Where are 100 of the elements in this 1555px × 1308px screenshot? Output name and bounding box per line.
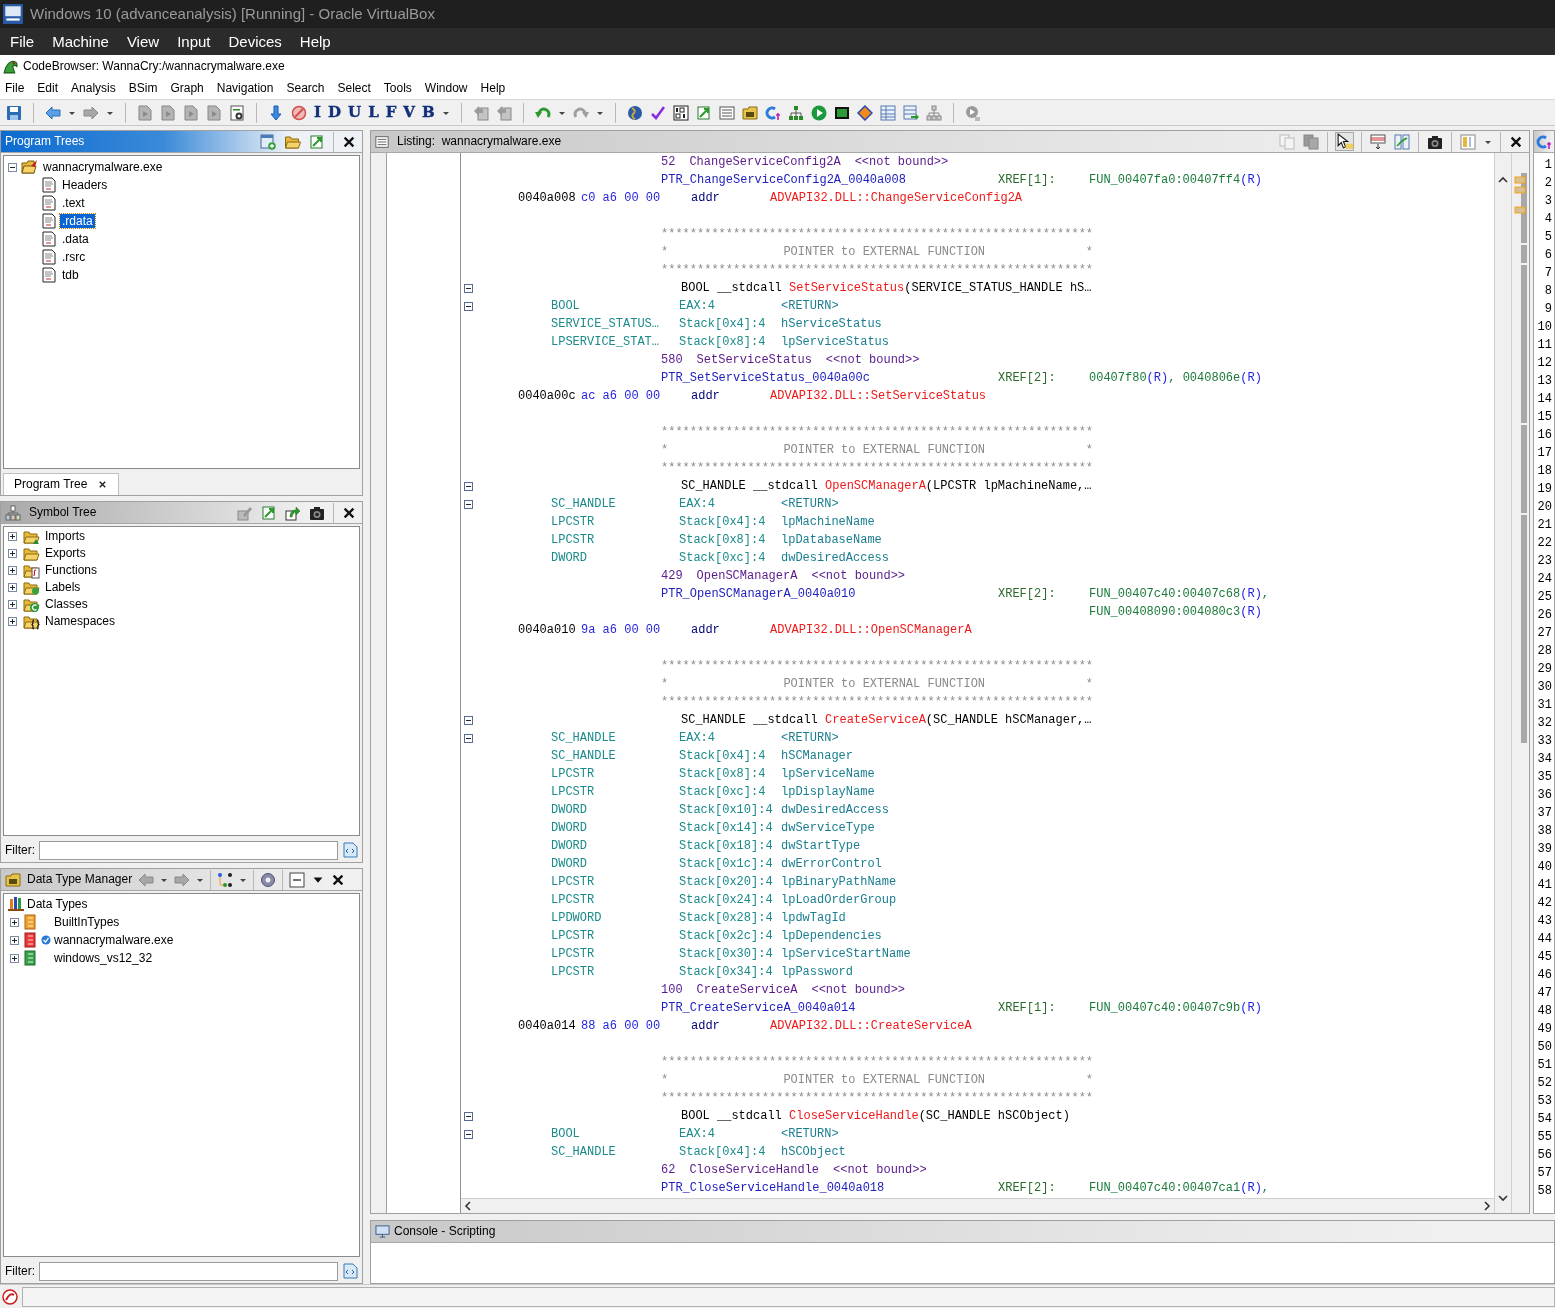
function-icon[interactable] xyxy=(1536,133,1552,150)
tree-item[interactable]: Exports xyxy=(45,546,86,561)
tree-item[interactable]: .text xyxy=(60,195,87,211)
document-arrow-icon[interactable] xyxy=(695,104,712,121)
tree-item[interactable]: Imports xyxy=(45,529,85,544)
play-icon[interactable] xyxy=(810,104,827,121)
label-link[interactable]: PTR_ChangeServiceConfig2A_0040a008 xyxy=(661,171,998,189)
table-icon[interactable] xyxy=(879,104,896,121)
filter-options-icon[interactable] xyxy=(342,842,358,858)
tree-item[interactable]: Data Types xyxy=(27,896,88,912)
tree-item[interactable]: wannacrymalware.exe xyxy=(41,159,165,175)
window-add-icon[interactable] xyxy=(260,133,276,150)
close-icon[interactable] xyxy=(342,505,356,520)
document-arrow-icon[interactable] xyxy=(309,133,325,150)
filter-options-icon[interactable] xyxy=(342,1263,358,1279)
expand-icon[interactable] xyxy=(8,583,17,592)
insert-rows-icon[interactable] xyxy=(1370,133,1386,150)
hierarchy-icon[interactable] xyxy=(787,104,804,121)
xref-link[interactable]: FUN_00407c40:00407c9b(R) xyxy=(1089,999,1262,1017)
status-icon[interactable] xyxy=(2,1288,18,1305)
xref-link[interactable]: FUN_00407c40:00407ca1(R), xyxy=(1089,1179,1270,1197)
operand-link[interactable]: ADVAPI32.DLL::ChangeServiceConfig2A xyxy=(770,189,1023,207)
list-icon[interactable] xyxy=(718,104,735,121)
back-arrow-icon[interactable] xyxy=(45,104,61,121)
xref-link[interactable]: FUN_00408090:004080c3(R) xyxy=(1089,603,1262,621)
expand-icon[interactable] xyxy=(8,532,17,541)
tree-item[interactable]: Functions xyxy=(45,563,98,578)
play-icon[interactable] xyxy=(964,104,981,121)
xref-link[interactable]: 0040806e(R) xyxy=(1182,369,1262,387)
menu-item[interactable]: File xyxy=(5,80,25,96)
expand-icon[interactable] xyxy=(10,917,19,927)
folder-icon[interactable] xyxy=(741,104,758,121)
chip-icon[interactable] xyxy=(833,104,850,121)
collapse-icon[interactable] xyxy=(463,283,473,293)
folder-icon[interactable] xyxy=(284,133,301,150)
menu-item[interactable]: Select xyxy=(337,80,371,96)
operand-link[interactable]: ADVAPI32.DLL::OpenSCManagerA xyxy=(770,621,972,639)
menu-item[interactable]: BSim xyxy=(128,80,158,96)
close-icon[interactable] xyxy=(331,872,346,887)
letter-tool-button[interactable]: B xyxy=(422,105,435,120)
expand-icon[interactable] xyxy=(8,617,17,626)
document-icon[interactable] xyxy=(183,104,199,121)
collapse-icon[interactable] xyxy=(463,1111,473,1121)
tree-item[interactable]: .data xyxy=(60,231,91,247)
letter-tool-button[interactable]: I xyxy=(314,105,322,120)
collapse-icon[interactable] xyxy=(463,481,473,491)
forward-arrow-icon[interactable] xyxy=(83,104,99,121)
xref-link[interactable]: FUN_00407fa0:00407ff4(R) xyxy=(1089,171,1262,189)
expand-icon[interactable] xyxy=(8,566,17,575)
collapse-icon[interactable] xyxy=(463,301,473,311)
menu-item[interactable]: Devices xyxy=(228,32,282,51)
down-arrow-icon[interactable] xyxy=(268,104,284,121)
tree-item[interactable]: Classes xyxy=(45,597,88,612)
label-link[interactable]: PTR_CreateServiceA_0040a014 xyxy=(661,999,998,1017)
xref-link[interactable]: FUN_00407c40:00407c68(R), xyxy=(1089,585,1270,603)
menu-item[interactable]: Graph xyxy=(170,80,204,96)
paste-icon[interactable] xyxy=(1303,133,1319,150)
tab[interactable]: Program Tree xyxy=(3,473,120,495)
menu-item[interactable]: Help xyxy=(299,32,331,51)
document-icon[interactable] xyxy=(137,104,153,121)
globe-icon[interactable] xyxy=(626,104,643,121)
camera-icon[interactable] xyxy=(1427,133,1443,150)
menu-item[interactable]: Machine xyxy=(52,32,109,51)
label-link[interactable]: PTR_CloseServiceHandle_0040a018 xyxy=(661,1179,998,1197)
letter-tool-button[interactable]: V xyxy=(403,105,415,120)
collapse-icon[interactable] xyxy=(8,162,17,172)
label-link[interactable]: PTR_OpenSCManagerA_0040a010 xyxy=(661,585,998,603)
nodes-icon[interactable] xyxy=(217,871,234,888)
menu-item[interactable]: Tools xyxy=(383,80,412,96)
check-icon[interactable] xyxy=(649,104,666,121)
camera-icon[interactable] xyxy=(309,504,325,521)
close-icon[interactable] xyxy=(342,134,356,149)
close-icon[interactable] xyxy=(1509,134,1523,149)
letter-tool-button[interactable]: L xyxy=(368,105,379,120)
document-icon[interactable] xyxy=(206,104,222,121)
menu-item[interactable]: Help xyxy=(480,80,506,96)
menu-item[interactable]: Input xyxy=(177,32,211,51)
filter-field[interactable] xyxy=(39,1261,338,1281)
collapse-icon[interactable] xyxy=(463,1129,473,1139)
diamond-icon[interactable] xyxy=(856,104,873,121)
letter-tool-button[interactable]: U xyxy=(348,105,362,120)
label-link[interactable]: PTR_SetServiceStatus_0040a00c xyxy=(661,369,998,387)
forward-arrow-icon[interactable] xyxy=(174,871,191,888)
document-gear-icon[interactable] xyxy=(229,104,245,121)
function-icon[interactable] xyxy=(764,104,781,121)
gear-icon[interactable] xyxy=(260,871,277,888)
menu-item[interactable]: Navigation xyxy=(216,80,274,96)
operand-link[interactable]: ADVAPI32.DLL::CreateServiceA xyxy=(770,1017,972,1035)
back-arrow-icon[interactable] xyxy=(138,871,155,888)
expand-icon[interactable] xyxy=(8,600,17,609)
tree-item[interactable]: Namespaces xyxy=(45,614,116,629)
tree-item[interactable]: windows_vs12_32 xyxy=(54,950,153,966)
collapse-all-icon[interactable] xyxy=(289,871,306,888)
tree-item[interactable]: Headers xyxy=(60,177,110,193)
collapse-icon[interactable] xyxy=(463,715,473,725)
filter-field[interactable] xyxy=(39,840,338,860)
menu-item[interactable]: Search xyxy=(286,80,325,96)
letter-tool-button[interactable]: F xyxy=(385,105,397,120)
binary-icon[interactable] xyxy=(672,104,689,121)
tree-item[interactable]: wannacrymalware.exe xyxy=(54,932,174,948)
